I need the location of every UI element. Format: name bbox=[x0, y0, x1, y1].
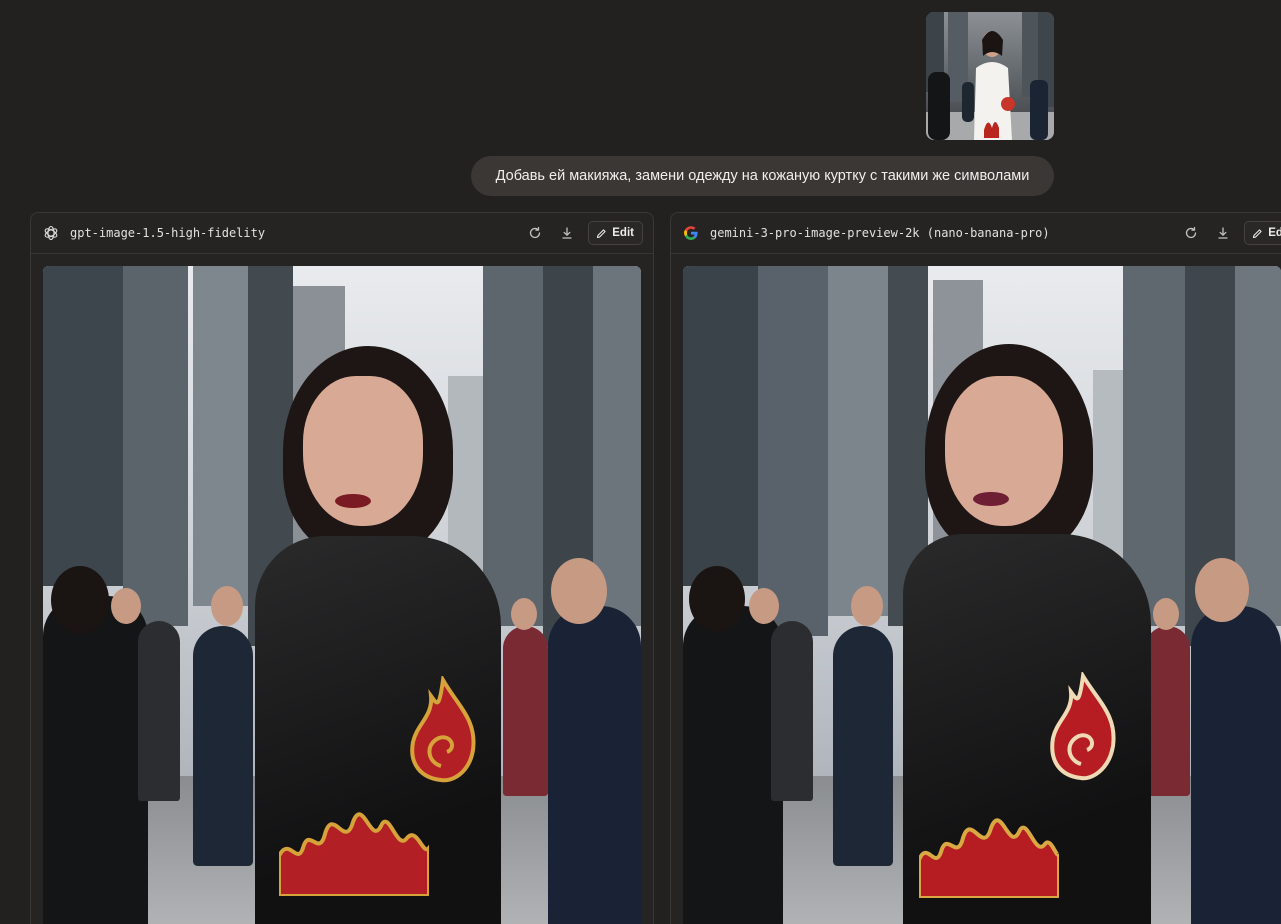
chat-page: Добавь ей макияжа, замени одежду на кожа… bbox=[0, 0, 1281, 924]
response-panel-gemini: gemini-3-pro-image-preview-2k (nano-bana… bbox=[670, 212, 1281, 924]
flame-emblem-hem bbox=[279, 812, 429, 896]
response-header: gpt-image-1.5-high-fidelity Edit bbox=[31, 213, 653, 254]
openai-logo-icon bbox=[44, 225, 58, 241]
download-button[interactable] bbox=[1210, 220, 1236, 246]
generated-image[interactable] bbox=[683, 266, 1281, 924]
generated-image-scene bbox=[683, 266, 1281, 924]
response-panel-gpt: gpt-image-1.5-high-fidelity Edit bbox=[30, 212, 654, 924]
response-header: gemini-3-pro-image-preview-2k (nano-bana… bbox=[671, 213, 1281, 254]
edit-label: Edit bbox=[612, 227, 634, 239]
user-message-bubble: Добавь ей макияжа, замени одежду на кожа… bbox=[471, 156, 1054, 196]
model-name: gpt-image-1.5-high-fidelity bbox=[70, 226, 266, 240]
edit-label: Edit bbox=[1268, 227, 1281, 239]
edit-button[interactable]: Edit bbox=[588, 221, 643, 245]
flame-emblem-sleeve bbox=[410, 676, 476, 783]
edit-button[interactable]: Edit bbox=[1244, 221, 1281, 245]
model-name: gemini-3-pro-image-preview-2k (nano-bana… bbox=[710, 226, 1050, 240]
pencil-icon bbox=[597, 228, 606, 238]
generated-image-scene bbox=[43, 266, 641, 924]
download-button[interactable] bbox=[554, 220, 580, 246]
user-attachment-image[interactable] bbox=[926, 12, 1054, 140]
refresh-icon bbox=[530, 226, 541, 239]
download-icon bbox=[1218, 227, 1228, 239]
google-logo-icon bbox=[684, 226, 698, 240]
refresh-icon bbox=[1186, 226, 1197, 239]
download-icon bbox=[562, 227, 572, 239]
flame-emblem-hem bbox=[919, 818, 1059, 898]
regenerate-button[interactable] bbox=[1178, 220, 1204, 246]
regenerate-button[interactable] bbox=[522, 220, 548, 246]
flame-emblem-sleeve bbox=[1050, 672, 1116, 781]
generated-image[interactable] bbox=[43, 266, 641, 924]
pencil-icon bbox=[1253, 228, 1262, 238]
user-message-text: Добавь ей макияжа, замени одежду на кожа… bbox=[495, 168, 1030, 184]
attachment-image-illustration bbox=[926, 12, 1054, 140]
